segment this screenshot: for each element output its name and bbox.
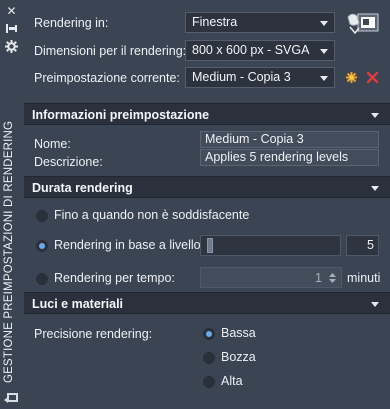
- palette-icon: [4, 391, 19, 404]
- render-by-level-label: Rendering in base a livello:: [54, 238, 205, 252]
- precision-draft-label: Bozza: [221, 350, 256, 364]
- preset-label: Preimpostazione corrente:: [34, 71, 180, 85]
- precision-low-label: Bassa: [221, 326, 256, 340]
- chevron-down-icon: [371, 302, 379, 307]
- chevron-down-icon: [320, 21, 328, 26]
- radio-render-by-time[interactable]: [36, 273, 48, 285]
- description-label: Descrizione:: [34, 155, 103, 169]
- level-value-field[interactable]: 5: [346, 235, 379, 256]
- section-preset-info-header[interactable]: Informazioni preimpostazione: [24, 103, 390, 125]
- render-teapot-icon: [347, 13, 379, 35]
- name-field[interactable]: Medium - Copia 3: [200, 131, 379, 148]
- properties-gear-icon[interactable]: [4, 40, 19, 53]
- delete-preset-icon[interactable]: [366, 71, 379, 84]
- palette-title-bar: ✕ GESTIONE PREIMPOSTAZIONI DI RENDERING: [0, 0, 23, 409]
- size-label: Dimensioni per il rendering:: [34, 44, 187, 58]
- section-lights-materials-header[interactable]: Luci e materiali: [24, 292, 390, 314]
- close-icon[interactable]: ✕: [4, 5, 19, 18]
- render-in-label: Rendering in:: [34, 16, 109, 30]
- radio-render-by-level[interactable]: [36, 240, 48, 252]
- auto-hide-icon[interactable]: [4, 23, 19, 36]
- chevron-down-icon: [320, 49, 328, 54]
- name-label: Nome:: [34, 137, 71, 151]
- until-satisfactory-label: Fino a quando non è soddisfacente: [54, 208, 250, 222]
- precision-label: Precisione rendering:: [34, 327, 153, 341]
- spinner-arrows-icon[interactable]: [328, 271, 337, 285]
- time-spinner[interactable]: 1: [200, 267, 342, 288]
- new-preset-icon[interactable]: [345, 71, 358, 84]
- time-unit-label: minuti: [347, 271, 381, 285]
- chevron-down-icon: [371, 186, 379, 191]
- render-in-select[interactable]: Finestra: [185, 12, 335, 33]
- render-button[interactable]: [346, 8, 380, 36]
- description-field[interactable]: Applies 5 rendering levels: [200, 149, 379, 166]
- preset-select[interactable]: Medium - Copia 3: [185, 67, 335, 88]
- chevron-down-icon: [320, 76, 328, 81]
- section-duration-header[interactable]: Durata rendering: [24, 176, 390, 198]
- radio-precision-high[interactable]: [203, 376, 215, 388]
- chevron-down-icon: [371, 113, 379, 118]
- radio-precision-low[interactable]: [203, 328, 215, 340]
- render-by-time-label: Rendering per tempo:: [54, 271, 175, 285]
- level-slider-thumb[interactable]: [207, 238, 213, 253]
- render-presets-palette: ✕ GESTIONE PREIMPOSTAZIONI DI RENDERING …: [0, 0, 390, 409]
- radio-precision-draft[interactable]: [203, 352, 215, 364]
- level-slider[interactable]: [200, 235, 341, 256]
- palette-content: Rendering in: Finestra Dimensioni per il…: [24, 0, 390, 409]
- precision-high-label: Alta: [221, 374, 243, 388]
- size-select[interactable]: 800 x 600 px - SVGA: [185, 40, 335, 61]
- radio-until-satisfactory[interactable]: [36, 210, 48, 222]
